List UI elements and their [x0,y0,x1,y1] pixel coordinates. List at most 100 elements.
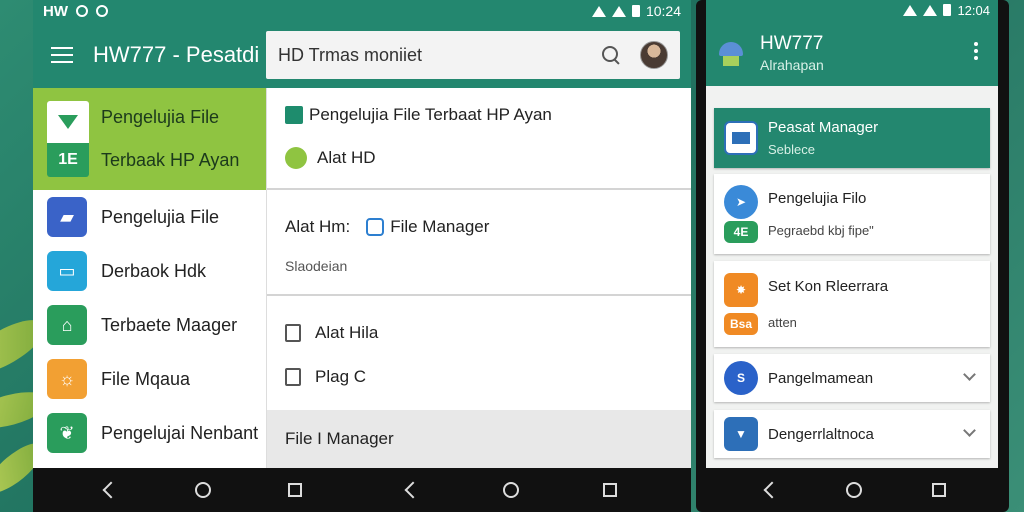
recents-icon[interactable] [932,483,946,497]
file-manager-app-icon: 1E [47,101,89,177]
battery-icon [631,5,640,17]
drawer-item-label: Derbaok Hdk [101,260,207,281]
drawer-item-derbaok-hdk[interactable]: ▭ Derbaok Hdk [33,244,266,298]
flame-icon-label: Bsa [724,313,758,335]
navigation-drawer: 1E Pengelujia File Terbaak HP Ayan ▰ Pen… [33,88,266,468]
content-row-value: File Manager [390,217,490,236]
drawer-header-line2: Terbaak HP Ayan [101,150,240,170]
chevron-down-icon[interactable] [963,368,976,381]
home-icon: ⌂ [47,305,87,345]
home-button-icon[interactable] [846,482,862,498]
content-section-1: Pengelujia File Terbaat HP Ayan Alat HD [267,88,691,190]
wifi-icon [903,4,918,16]
phone-system-navbar [706,468,998,512]
drawer-header-line1: Pengelujia File [101,107,220,127]
folder-icon [285,368,301,386]
system-navbar [33,468,691,512]
phone-device: 12:04 HW777 Alrahapan Peasat Manager Seb… [696,0,1009,512]
list-item-title: Peasat Manager [768,119,879,136]
drawer-item-label: Terbaete Maager [101,314,238,335]
drawer-item-terbaete-maager[interactable]: ⌂ Terbaete Maager [33,298,266,352]
sun-icon: ☼ [47,359,87,399]
status-time: 10:24 [645,3,681,19]
carrier-label: HW [43,2,68,20]
chevron-down-icon[interactable] [963,424,976,437]
list-item-title: Set Kon Rleerrara [768,278,889,295]
phone-status-time: 12:04 [957,2,990,18]
content-row-label: Alat Hila [315,323,379,342]
app-logo-icon [716,38,746,68]
flame-icon: ✸ [724,273,758,307]
content-pane: Pengelujia File Terbaat HP Ayan Alat HD … [266,88,691,468]
leaf-icon: ❦ [47,413,87,453]
status-bar: HW 10:24 [33,0,691,22]
search-input[interactable]: HD Trmas moniiet [266,31,680,79]
home-button-icon[interactable] [195,482,211,498]
phone-app-subtitle: Alrahapan [760,57,824,73]
content-row[interactable]: Plag C [267,360,691,394]
drawer-item-pengelujia-file[interactable]: ▰ Pengelujia File [33,190,266,244]
signal-icon [923,4,938,16]
content-section-3: Alat Hila Plag C [267,296,691,410]
content-row[interactable]: Alat HD [267,138,691,178]
content-sublabel: Slaodeian [285,258,348,274]
file-manager-icon [285,106,303,124]
footer-label: File I Manager [285,429,394,448]
drawer-item-file-mqaua[interactable]: ☼ File Mqaua [33,352,266,406]
wifi-icon [591,5,606,17]
list-item-title: Pangelmamean [768,369,874,387]
content-footer[interactable]: File I Manager [267,410,691,468]
list-item-sub: Pegraebd kbj fipe" [768,223,874,238]
tool-icon [285,147,307,169]
phone-app-title: HW777 [760,33,824,54]
list-item-pengelujia-filo[interactable]: ➤ 4E Pengelujia Filo Pegraebd kbj fipe" [714,174,990,254]
content-row-label: Alat Hm: [285,217,351,236]
back-icon[interactable] [103,483,115,497]
list-item-pangelmamean[interactable]: S Pangelmamean [714,354,990,402]
tablet-screen: HW 10:24 HW777 - Pesatdi HD Trmas moniie… [33,0,691,512]
search-icon[interactable] [602,46,620,64]
list-item-title: Dengerrlaltnoca [768,425,874,443]
laptop-icon [724,121,758,155]
content-row[interactable]: Pengelujia File Terbaat HP Ayan [267,102,691,128]
compass-icon-label: 4E [724,221,758,243]
signal-icon [611,5,626,17]
menu-icon[interactable] [51,47,73,63]
battery-icon [943,4,952,16]
more-options-icon[interactable] [974,42,978,60]
drawer-header[interactable]: 1E Pengelujia File Terbaak HP Ayan [33,88,266,190]
list-item-set-kon-rleerrara[interactable]: ✸ Bsa Set Kon Rleerrara atten [714,261,990,347]
file-manager-icon [366,218,385,236]
list-item-dengerrlaltnoca[interactable]: ▼ Dengerrlaltnoca [714,410,990,458]
drawer-item-label: Pengelujia File [101,206,220,227]
content-row[interactable]: Alat Hm: File Manager [267,212,691,242]
home-button-icon[interactable] [503,482,519,498]
drawer-item-pengelujai-nenbant[interactable]: ❦ Pengelujai Nenbant [33,406,266,460]
list-item-sub: atten [768,315,797,330]
list-item-title: Pengelujia Filo [768,190,867,207]
app-title: HW777 - Pesatdi [93,42,259,67]
content-row[interactable]: Alat Hila [267,316,691,350]
list-item-sub: Seblece [768,142,815,157]
card-icon: ▭ [47,251,87,291]
phone-screen: 12:04 HW777 Alrahapan Peasat Manager Seb… [706,0,998,468]
s-logo-icon: S [724,361,758,395]
back-icon[interactable] [405,483,417,497]
phone-status-bar: 12:04 [706,0,998,20]
app-bar: HW777 - Pesatdi HD Trmas moniiet [33,22,691,88]
compass-icon: ➤ [724,185,758,219]
sync-icon [96,5,108,17]
content-row-label: Plag C [315,367,367,386]
content-section-2: Alat Hm: File Manager Slaodeian [267,190,691,296]
list-item-peasat-manager[interactable]: Peasat Manager Seblece [714,108,990,168]
search-query[interactable]: HD Trmas moniiet [278,45,602,66]
avatar[interactable] [640,41,668,69]
drawer-item-label: File Mqaua [101,368,191,389]
recents-icon[interactable] [603,483,617,497]
notification-icon [76,5,88,17]
content-row-label: Pengelujia File Terbaat HP Ayan [309,105,552,124]
drawer-item-label: Pengelujai Nenbant [101,422,259,443]
back-icon[interactable] [764,483,776,497]
recents-icon[interactable] [288,483,302,497]
window-icon: ▰ [47,197,87,237]
